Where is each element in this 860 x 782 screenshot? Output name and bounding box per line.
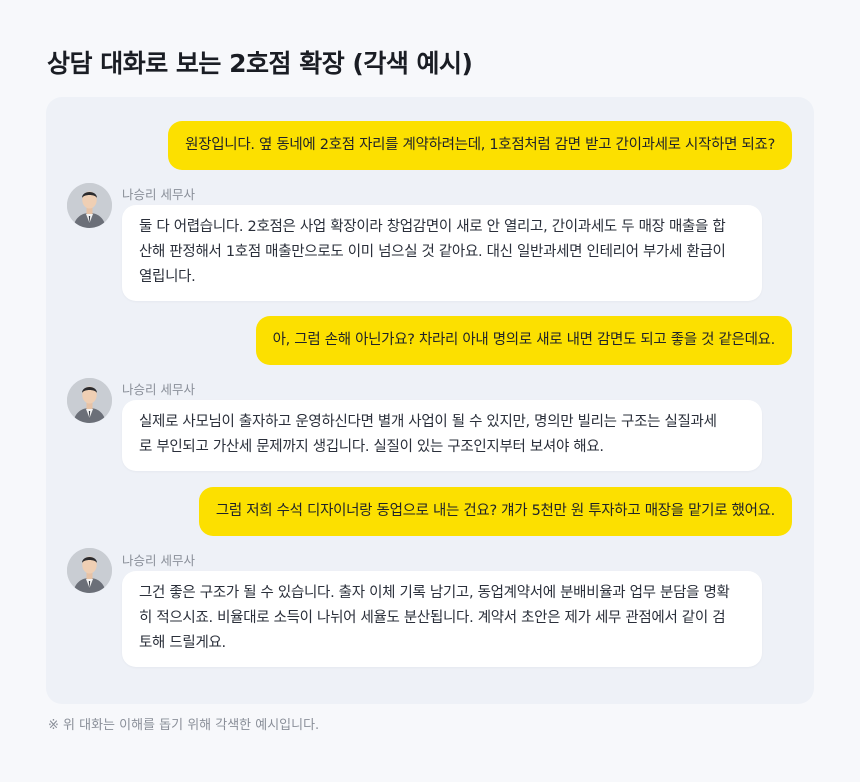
- message-line: 실제로 사모님이 출자하고 운영하신다면 별개 사업이 될 수 있지만, 명의만…: [139, 414, 717, 430]
- user-message-bubble: 원장입니다. 옆 동네에 2호점 자리를 계약하려는데, 1호점처럼 감면 받고…: [168, 121, 792, 170]
- message-line: 로 부인되고 가산세 문제까지 생깁니다. 실질이 있는 구조인지부터 보셔야 …: [139, 439, 604, 455]
- chat-panel: 원장입니다. 옆 동네에 2호점 자리를 계약하려는데, 1호점처럼 감면 받고…: [46, 97, 814, 704]
- message-line: 원장입니다. 옆 동네에 2호점 자리를 계약하려는데, 1호점처럼 감면 받고…: [185, 137, 775, 153]
- advisor-message-bubble: 실제로 사모님이 출자하고 운영하신다면 별개 사업이 될 수 있지만, 명의만…: [122, 400, 762, 471]
- advisor-portrait-icon: [67, 183, 112, 228]
- sender-name: 나승리 세무사: [122, 187, 195, 202]
- user-message-bubble: 그럼 저희 수석 디자이너랑 동업으로 내는 건요? 걔가 5천만 원 투자하고…: [198, 487, 792, 536]
- sender-name: 나승리 세무사: [122, 382, 195, 397]
- advisor-portrait-icon: [67, 378, 112, 423]
- disclaimer-footnote: ※ 위 대화는 이해를 돕기 위해 각색한 예시입니다.: [48, 718, 320, 733]
- message-line: 그건 좋은 구조가 될 수 있습니다. 출자 이체 기록 남기고, 동업계약서에…: [139, 585, 730, 601]
- user-message-bubble: 아, 그럼 손해 아닌가요? 차라리 아내 명의로 새로 내면 감면도 되고 좋…: [255, 316, 792, 365]
- message-line: 열립니다.: [139, 269, 196, 285]
- advisor-portrait-icon: [67, 548, 112, 593]
- advisor-avatar: [67, 548, 112, 593]
- message-line: 산해 판정해서 1호점 매출만으로도 이미 넘으실 것 같아요. 대신 일반과세…: [139, 244, 726, 260]
- advisor-message-bubble: 그건 좋은 구조가 될 수 있습니다. 출자 이체 기록 남기고, 동업계약서에…: [122, 571, 762, 667]
- message-line: 히 적으시죠. 비율대로 소득이 나뉘어 세율도 분산됩니다. 계약서 초안은 …: [139, 610, 726, 626]
- advisor-message-bubble: 둘 다 어렵습니다. 2호점은 사업 확장이라 창업감면이 새로 안 열리고, …: [122, 205, 762, 301]
- message-line: 토해 드릴게요.: [139, 635, 226, 651]
- sender-name: 나승리 세무사: [122, 553, 195, 568]
- advisor-avatar: [67, 378, 112, 423]
- page-title: 상담 대화로 보는 2호점 확장 (각색 예시): [47, 49, 473, 78]
- advisor-avatar: [67, 183, 112, 228]
- message-line: 그럼 저희 수석 디자이너랑 동업으로 내는 건요? 걔가 5천만 원 투자하고…: [215, 503, 775, 519]
- message-line: 아, 그럼 손해 아닌가요? 차라리 아내 명의로 새로 내면 감면도 되고 좋…: [272, 332, 776, 348]
- message-line: 둘 다 어렵습니다. 2호점은 사업 확장이라 창업감면이 새로 안 열리고, …: [139, 219, 726, 235]
